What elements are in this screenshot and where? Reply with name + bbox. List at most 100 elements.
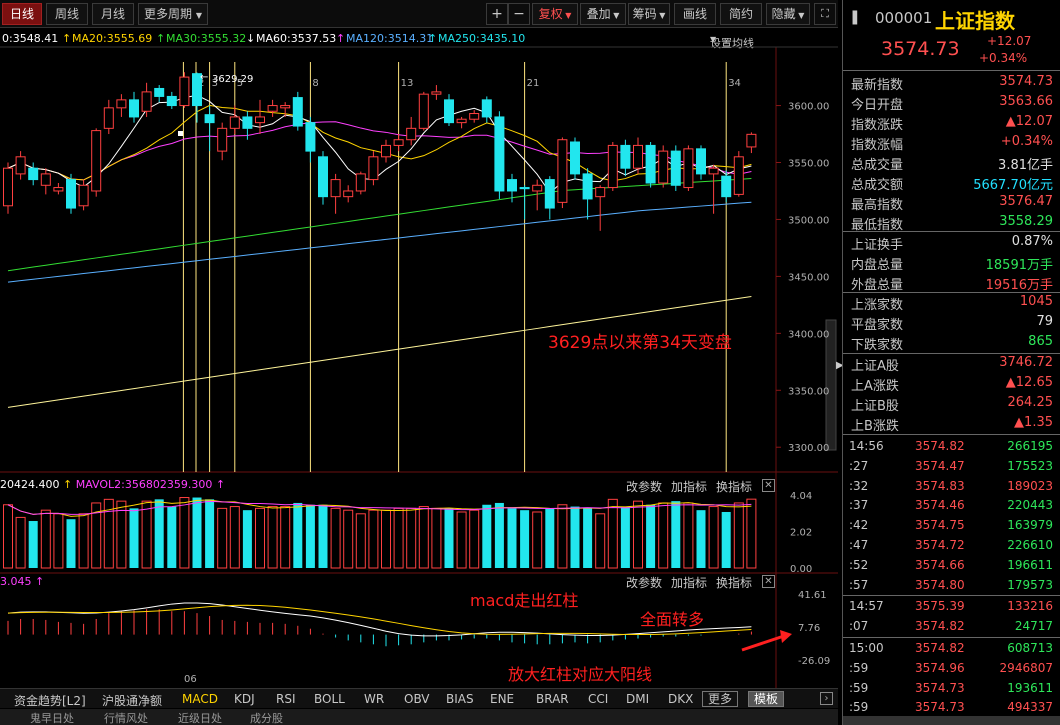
candle-up[interactable]	[343, 190, 354, 198]
indicator-tabs: 更多 模板 › 资金趋势[L2] 沪股通净额 MACD KDJ RSI BOLL WR OBV…	[0, 688, 838, 708]
candle-up[interactable]	[469, 113, 480, 120]
candle-up[interactable]	[406, 127, 417, 141]
candle-up[interactable]	[78, 184, 89, 207]
candle-down[interactable]	[620, 144, 631, 169]
candle-down[interactable]	[66, 179, 76, 209]
indicator-tab-11[interactable]: CCI	[588, 692, 608, 706]
candle-up[interactable]	[418, 93, 429, 129]
indicator-tab-12[interactable]: DMI	[626, 692, 649, 706]
candle-up[interactable]	[330, 179, 341, 198]
candle-up[interactable]	[53, 187, 64, 192]
tabs-scroll-right-icon[interactable]: ›	[820, 692, 833, 705]
bottom-item-1[interactable]: 鬼早日处	[30, 710, 74, 725]
indicator-tab-0[interactable]: 资金趋势[L2]	[14, 692, 86, 709]
volume-edit-params-button[interactable]: 改参数	[626, 478, 662, 495]
candle-up[interactable]	[733, 156, 744, 195]
candle-down[interactable]	[318, 156, 328, 198]
quote-row: 下跌家数 865	[843, 332, 1057, 353]
quote-row: 指数涨跌 ▲12.07	[843, 112, 1057, 133]
candle-up[interactable]	[683, 148, 694, 189]
candle-up[interactable]	[217, 127, 228, 152]
candle-up[interactable]	[355, 173, 366, 192]
candle-up[interactable]	[141, 91, 152, 112]
menu-icon[interactable]: ❚	[849, 9, 861, 25]
candle-down[interactable]	[292, 97, 303, 127]
candle-up[interactable]	[179, 76, 190, 107]
candle-down[interactable]	[570, 141, 580, 175]
candle-up[interactable]	[3, 167, 13, 207]
candle-down[interactable]	[696, 148, 706, 175]
candle-down[interactable]	[166, 95, 177, 107]
indicator-tab-3[interactable]: KDJ	[234, 692, 255, 706]
candle-up[interactable]	[708, 167, 719, 175]
candle-down[interactable]	[154, 87, 165, 97]
macd-close-icon[interactable]: ✕	[762, 575, 775, 588]
candle-down[interactable]	[582, 173, 593, 200]
candle-down[interactable]	[28, 167, 39, 181]
candle-down[interactable]	[305, 122, 316, 152]
indicator-tab-7[interactable]: OBV	[404, 692, 430, 706]
candle-down[interactable]	[129, 99, 139, 118]
candle-down[interactable]	[645, 144, 656, 184]
candle-up[interactable]	[381, 144, 391, 158]
candle-up[interactable]	[368, 156, 379, 181]
candle-down[interactable]	[507, 179, 517, 192]
indicator-tab-2[interactable]: MACD	[182, 692, 218, 706]
candle-up[interactable]	[255, 116, 265, 124]
candle-down[interactable]	[242, 116, 253, 129]
candle-up[interactable]	[40, 173, 51, 186]
candle-up[interactable]	[116, 99, 127, 109]
candle-down[interactable]	[481, 99, 492, 118]
candle-up[interactable]	[607, 144, 618, 189]
bottom-item-3[interactable]: 近级日处	[178, 710, 222, 725]
index-code: 000001	[875, 9, 933, 27]
candle-up[interactable]	[658, 150, 669, 184]
volume-add-indicator-button[interactable]: 加指标	[671, 478, 707, 495]
indicator-tab-1[interactable]: 沪股通净额	[102, 692, 162, 709]
indicator-tab-13[interactable]: DKX	[668, 692, 693, 706]
candle-up[interactable]	[91, 130, 102, 192]
indicator-tab-6[interactable]: WR	[364, 692, 384, 706]
macd-switch-indicator-button[interactable]: 换指标	[716, 574, 752, 591]
candle-up[interactable]	[267, 105, 278, 112]
tick-v: 608713	[1007, 641, 1053, 655]
macd-add-indicator-button[interactable]: 加指标	[671, 574, 707, 591]
candle-down[interactable]	[519, 187, 530, 190]
indicator-tab-8[interactable]: BIAS	[446, 692, 474, 706]
template-button[interactable]: 模板	[748, 691, 785, 707]
candle-down[interactable]	[721, 175, 732, 198]
kline-chart[interactable]: 3600.00 3550.00 3500.00 3450.00 3400.00 3350.…	[0, 0, 838, 688]
volume-switch-indicator-button[interactable]: 换指标	[716, 478, 752, 495]
candle-up[interactable]	[229, 116, 240, 129]
indicator-tab-10[interactable]: BRAR	[536, 692, 569, 706]
candle-up[interactable]	[15, 156, 26, 175]
candle-down[interactable]	[670, 150, 681, 186]
candle-up[interactable]	[595, 187, 606, 198]
macd-edit-params-button[interactable]: 改参数	[626, 574, 662, 591]
more-indicators-button[interactable]: 更多	[702, 691, 739, 707]
candle-up[interactable]	[532, 184, 543, 192]
candle-down[interactable]	[494, 116, 505, 192]
candle-up[interactable]	[103, 107, 114, 129]
candle-up[interactable]	[280, 105, 291, 109]
volume-close-icon[interactable]: ✕	[762, 479, 775, 492]
candle-down[interactable]	[444, 99, 454, 124]
candle-up[interactable]	[393, 139, 404, 146]
bottom-item-2[interactable]: 行情风处	[104, 710, 148, 725]
candle-up[interactable]	[633, 144, 643, 169]
candle-down[interactable]	[204, 114, 215, 124]
tick-t: 15:00	[849, 641, 884, 655]
bottom-item-4[interactable]: 成分股	[250, 710, 283, 725]
indicator-tab-9[interactable]: ENE	[490, 692, 514, 706]
candle-up[interactable]	[456, 118, 467, 124]
volume-bar	[293, 502, 303, 568]
indicator-tab-5[interactable]: BOLL	[314, 692, 345, 706]
candle-down[interactable]	[544, 179, 555, 209]
candle-up[interactable]	[557, 139, 568, 203]
quote-row-value: ▲12.65	[1005, 375, 1053, 390]
tick-t: :37	[849, 498, 869, 513]
quote-row: 上证B股 264.25	[843, 393, 1057, 414]
indicator-tab-4[interactable]: RSI	[276, 692, 296, 706]
candle-up[interactable]	[431, 91, 442, 95]
candle-up[interactable]	[746, 133, 757, 148]
